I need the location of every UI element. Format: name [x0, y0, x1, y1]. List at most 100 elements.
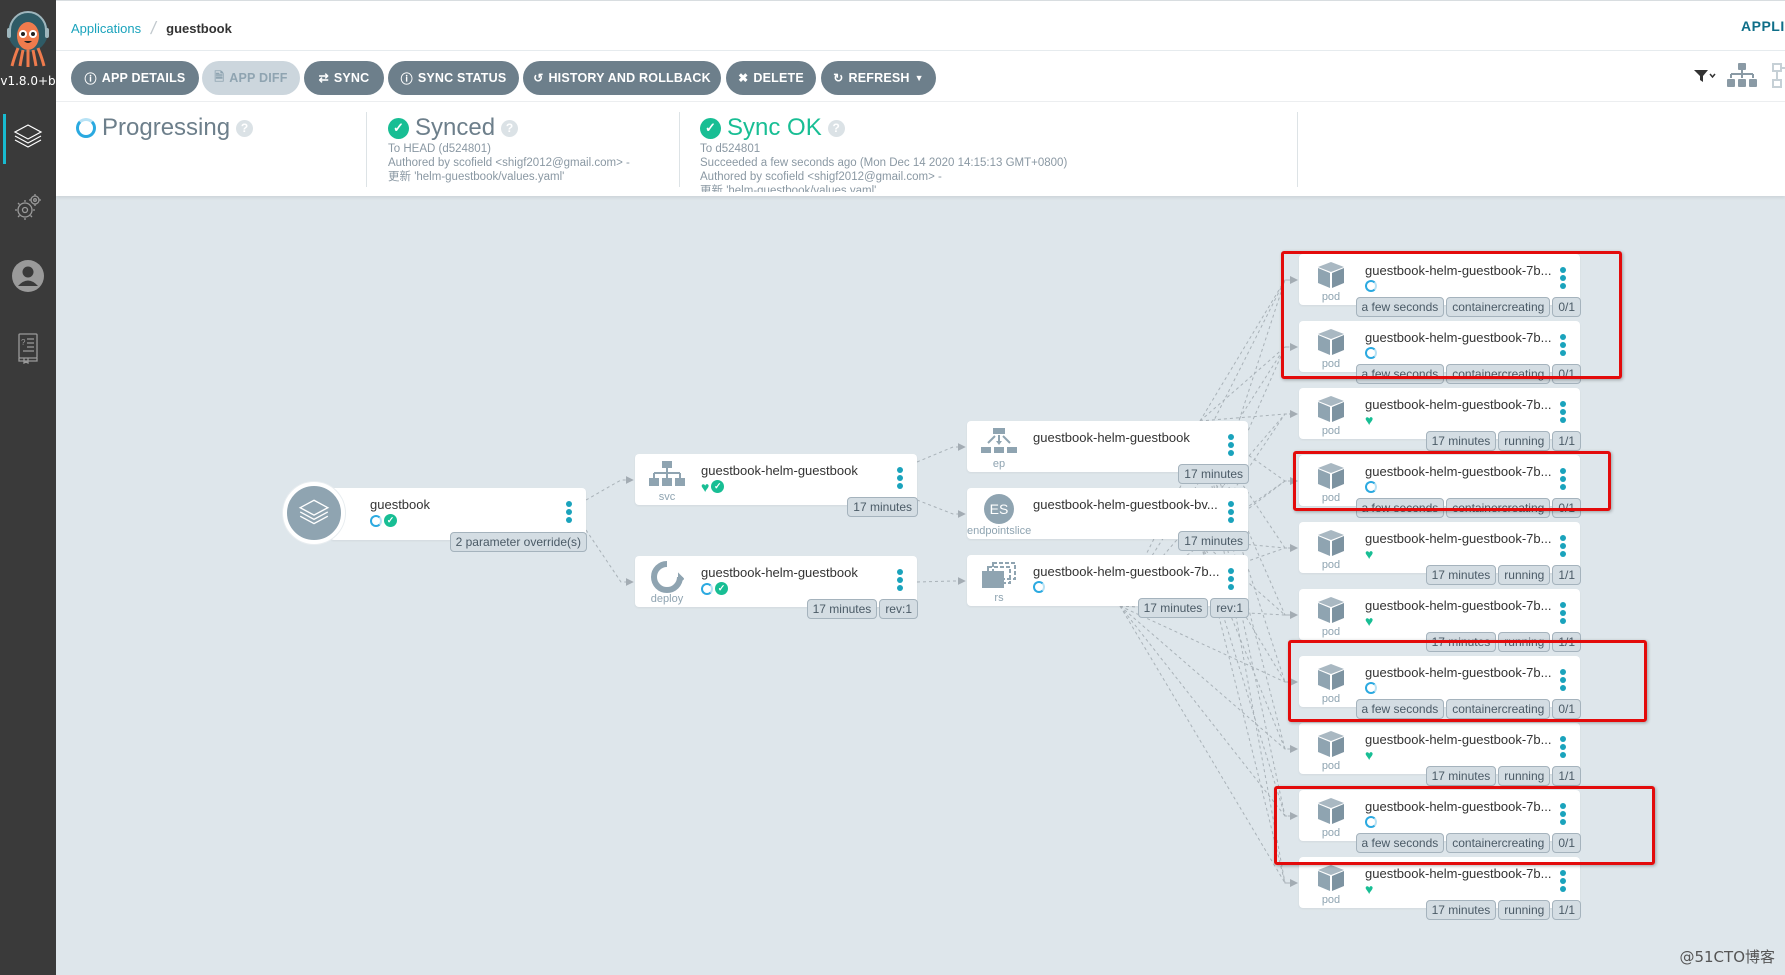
- node-menu-button[interactable]: [1228, 501, 1234, 523]
- pod-node[interactable]: pod guestbook-helm-guestbook-7b... ♥ 17 …: [1299, 723, 1581, 786]
- info-icon: ⓘ: [84, 71, 97, 86]
- ready-count-tag: 0/1: [1552, 364, 1581, 384]
- ready-count-tag: 1/1: [1552, 431, 1581, 451]
- node-menu-button[interactable]: [1560, 602, 1566, 624]
- sidebar-item-documentation[interactable]: ?: [0, 325, 56, 375]
- endpointslice-node[interactable]: ES endpointslice guestbook-helm-guestboo…: [967, 488, 1249, 551]
- node-menu-button[interactable]: [1228, 568, 1234, 590]
- age-tag: a few seconds: [1355, 498, 1445, 518]
- sync-button[interactable]: ⇄ SYNC: [304, 61, 384, 95]
- tree-view-icon[interactable]: [1727, 63, 1757, 94]
- delete-icon: ✖: [738, 71, 749, 85]
- node-name: guestbook-helm-guestbook-7b...: [1365, 263, 1552, 278]
- pod-node[interactable]: pod guestbook-helm-guestbook-7b... ♥ 17 …: [1299, 589, 1581, 652]
- node-menu-button[interactable]: [1560, 535, 1566, 557]
- node-menu-button[interactable]: [1560, 803, 1566, 825]
- sync-message: 更新 'helm-guestbook/values.yaml': [388, 171, 565, 183]
- node-menu-button[interactable]: [1560, 736, 1566, 758]
- help-icon[interactable]: ?: [236, 119, 254, 137]
- sidebar-item-applications[interactable]: [0, 114, 56, 164]
- pod-node[interactable]: pod guestbook-helm-guestbook-7b... a few…: [1299, 656, 1581, 719]
- age-tag: 17 minutes: [1425, 565, 1497, 585]
- healthy-heart-icon: ♥: [1365, 546, 1374, 562]
- kind-label: ep: [992, 458, 1006, 470]
- help-icon[interactable]: ?: [501, 119, 519, 137]
- pod-node[interactable]: pod guestbook-helm-guestbook-7b... a few…: [1299, 455, 1581, 518]
- history-and-rollback-button[interactable]: ↺ HISTORY AND ROLLBACK: [523, 61, 721, 95]
- node-menu-button[interactable]: [1560, 468, 1566, 490]
- ready-count-tag: 1/1: [1552, 766, 1581, 786]
- app-diff-button[interactable]: 🗎 APP DIFF: [202, 61, 300, 95]
- pod-status-tag: running: [1498, 900, 1551, 920]
- node-menu-button[interactable]: [1560, 267, 1566, 289]
- kind-label: rs: [994, 592, 1004, 604]
- sidebar: v1.8.0+b ?: [0, 0, 56, 975]
- age-tag: 17 minutes: [1425, 900, 1497, 920]
- age-tag: 17 minutes: [1178, 464, 1249, 484]
- top-bar: Applications / guestbook APPLICATION DET…: [56, 0, 1785, 51]
- pod-node[interactable]: pod guestbook-helm-guestbook-7b... a few…: [1299, 254, 1581, 317]
- age-tag: 17 minutes: [1425, 766, 1497, 786]
- sync-icon: ⇄: [318, 71, 329, 85]
- rs-node[interactable]: rs guestbook-helm-guestbook-7b... 17 min…: [967, 555, 1249, 618]
- page-title: APPLICATION DETAILS: [1741, 18, 1785, 34]
- delete-button[interactable]: ✖ DELETE: [726, 61, 816, 95]
- help-icon[interactable]: ?: [827, 119, 845, 137]
- node-name: guestbook-helm-guestbook-7b...: [1365, 397, 1552, 412]
- refresh-button[interactable]: ↻ REFRESH ▼: [821, 61, 936, 95]
- pod-node[interactable]: pod guestbook-helm-guestbook-7b... ♥ 17 …: [1299, 522, 1581, 585]
- pod-node[interactable]: pod guestbook-helm-guestbook-7b... a few…: [1299, 790, 1581, 853]
- node-menu-button[interactable]: [566, 501, 572, 523]
- app-node-guestbook[interactable]: guestbook ✓ 2 parameter override(s): [330, 488, 587, 552]
- sidebar-item-settings[interactable]: [0, 184, 56, 234]
- ep-node[interactable]: ep guestbook-helm-guestbook 17 minutes: [967, 421, 1249, 484]
- breadcrumb-separator: /: [149, 18, 158, 38]
- kind-label: deploy: [650, 593, 684, 605]
- argo-logo[interactable]: [4, 10, 52, 68]
- ready-count-tag: 1/1: [1552, 565, 1581, 585]
- deploy-node[interactable]: deploy guestbook-helm-guestbook ✓ 17 min…: [635, 556, 918, 619]
- kind-label: pod: [1321, 492, 1341, 504]
- operation-author: Authored by scofield <shigf2012@gmail.co…: [700, 171, 942, 183]
- pod-cube-icon: [1313, 394, 1349, 424]
- node-menu-button[interactable]: [1560, 334, 1566, 356]
- pod-status-tag: containercreating: [1446, 297, 1551, 317]
- node-menu-button[interactable]: [1560, 669, 1566, 691]
- node-menu-button[interactable]: [1228, 434, 1234, 456]
- kind-label: pod: [1321, 626, 1341, 638]
- node-menu-button[interactable]: [897, 467, 903, 489]
- svc-node[interactable]: svc guestbook-helm-guestbook ♥ ✓ 17 minu…: [635, 454, 918, 517]
- pod-node[interactable]: pod guestbook-helm-guestbook-7b... ♥ 17 …: [1299, 388, 1581, 451]
- progressing-icon: [1365, 280, 1377, 292]
- age-tag: a few seconds: [1355, 297, 1445, 317]
- ready-count-tag: 1/1: [1552, 900, 1581, 920]
- sync-revision: To HEAD (d524801): [388, 143, 491, 155]
- tree-edge: [1119, 605, 1298, 820]
- pod-status-tag: containercreating: [1446, 833, 1551, 853]
- svg-text:?: ?: [21, 338, 26, 347]
- sync-status-button[interactable]: ⓘ SYNC STATUS: [388, 61, 519, 95]
- pod-node[interactable]: pod guestbook-helm-guestbook-7b... a few…: [1299, 321, 1581, 384]
- divider: [366, 112, 367, 187]
- age-tag: 17 minutes: [1425, 431, 1497, 451]
- node-menu-button[interactable]: [1560, 401, 1566, 423]
- tree-edge: [916, 443, 966, 463]
- breadcrumb-applications-link[interactable]: Applications: [71, 21, 141, 36]
- kind-label: pod: [1321, 693, 1341, 705]
- app-details-button[interactable]: ⓘ APP DETAILS: [71, 61, 199, 95]
- age-tag: 17 minutes: [847, 497, 918, 517]
- watermark: @51CTO博客: [1679, 948, 1775, 966]
- network-view-icon[interactable]: [1767, 63, 1785, 94]
- healthy-heart-icon: ♥: [1365, 747, 1374, 763]
- pod-node[interactable]: pod guestbook-helm-guestbook-7b... ♥ 17 …: [1299, 857, 1581, 920]
- pod-status-tag: running: [1498, 632, 1551, 652]
- age-tag: 17 minutes: [1178, 531, 1249, 551]
- age-tag: 17 minutes: [806, 599, 878, 619]
- node-menu-button[interactable]: [1560, 870, 1566, 892]
- pod-cube-icon: [1313, 729, 1349, 759]
- node-name: guestbook: [370, 497, 430, 512]
- node-menu-button[interactable]: [897, 569, 903, 591]
- sidebar-item-user-info[interactable]: [0, 253, 56, 303]
- filter-icon[interactable]: [1693, 68, 1717, 89]
- deployment-icon: [649, 561, 685, 593]
